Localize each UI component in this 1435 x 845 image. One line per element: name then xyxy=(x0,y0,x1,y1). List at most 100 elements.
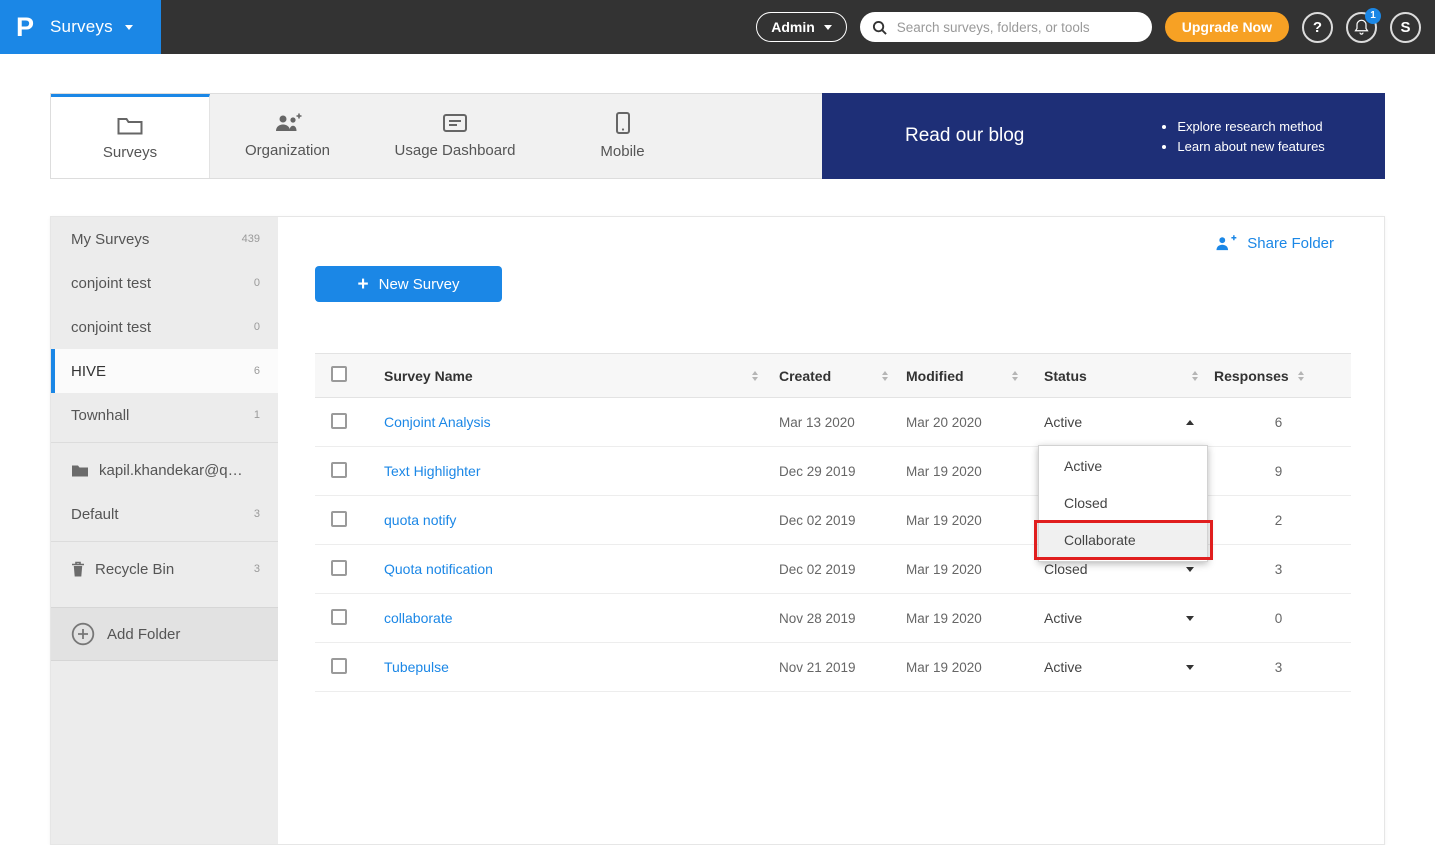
modified-date: Mar 19 2020 xyxy=(896,611,1026,626)
sidebar-divider xyxy=(51,442,278,443)
sidebar-item-conjoint-test-2[interactable]: conjoint test 0 xyxy=(51,305,278,349)
folder-label: conjoint test xyxy=(71,319,244,336)
sidebar-item-townhall[interactable]: Townhall 1 xyxy=(51,393,278,437)
new-survey-button[interactable]: + New Survey xyxy=(315,266,502,302)
responses-count: 3 xyxy=(1206,660,1351,675)
sidebar-item-my-surveys[interactable]: My Surveys 439 xyxy=(51,217,278,261)
row-checkbox[interactable] xyxy=(331,658,347,674)
row-checkbox[interactable] xyxy=(331,413,347,429)
help-button[interactable]: ? xyxy=(1302,12,1333,43)
header-responses[interactable]: Responses xyxy=(1206,368,1351,384)
admin-menu-button[interactable]: Admin xyxy=(756,12,847,42)
sidebar-item-shared-folder[interactable]: kapil.khandekar@que... xyxy=(51,448,278,492)
status-dropdown-trigger[interactable]: Closed xyxy=(1026,561,1206,577)
add-folder-button[interactable]: Add Folder xyxy=(51,607,278,661)
avatar-initial: S xyxy=(1400,19,1410,36)
folder-count: 0 xyxy=(254,277,260,289)
tab-mobile[interactable]: Mobile xyxy=(545,94,700,178)
row-checkbox[interactable] xyxy=(331,511,347,527)
responses-count: 6 xyxy=(1206,415,1351,430)
sidebar-item-conjoint-test-1[interactable]: conjoint test 0 xyxy=(51,261,278,305)
trash-icon xyxy=(71,561,85,577)
share-folder-label: Share Folder xyxy=(1247,235,1334,252)
tab-usage-dashboard[interactable]: Usage Dashboard xyxy=(365,94,545,178)
row-checkbox[interactable] xyxy=(331,462,347,478)
created-date: Nov 21 2019 xyxy=(766,660,896,675)
dropdown-option-active[interactable]: Active xyxy=(1039,448,1207,485)
notifications-button[interactable]: 1 xyxy=(1346,12,1377,43)
folders-sidebar: My Surveys 439 conjoint test 0 conjoint … xyxy=(51,217,278,844)
table-row: Conjoint Analysis Mar 13 2020 Mar 20 202… xyxy=(315,398,1351,447)
created-date: Mar 13 2020 xyxy=(766,415,896,430)
user-avatar[interactable]: S xyxy=(1390,12,1421,43)
folder-label: Default xyxy=(71,506,244,523)
header-created[interactable]: Created xyxy=(766,368,896,384)
status-dropdown-trigger[interactable]: Active xyxy=(1026,414,1206,430)
sort-icon[interactable] xyxy=(1012,371,1018,381)
survey-name-link[interactable]: quota notify xyxy=(371,512,766,528)
responses-count: 9 xyxy=(1206,464,1351,479)
survey-name-link[interactable]: Tubepulse xyxy=(371,659,766,675)
tab-label: Usage Dashboard xyxy=(395,142,516,159)
row-checkbox[interactable] xyxy=(331,609,347,625)
folder-count: 3 xyxy=(254,508,260,520)
sidebar-divider xyxy=(51,541,278,542)
folder-label: kapil.khandekar@que... xyxy=(99,462,250,479)
share-people-icon xyxy=(1214,235,1238,252)
select-all-checkbox[interactable] xyxy=(331,366,347,382)
dropdown-option-collaborate[interactable]: Collaborate xyxy=(1039,522,1207,559)
modified-date: Mar 20 2020 xyxy=(896,415,1026,430)
tab-surveys[interactable]: Surveys xyxy=(51,94,210,178)
people-icon xyxy=(273,113,302,133)
modified-date: Mar 19 2020 xyxy=(896,513,1026,528)
caret-down-icon xyxy=(1186,665,1194,670)
status-dropdown-trigger[interactable]: Active xyxy=(1026,610,1206,626)
created-date: Dec 29 2019 xyxy=(766,464,896,479)
survey-name-link[interactable]: collaborate xyxy=(371,610,766,626)
notification-badge: 1 xyxy=(1365,8,1381,24)
row-checkbox[interactable] xyxy=(331,560,347,576)
folder-count: 0 xyxy=(254,321,260,333)
sidebar-item-default[interactable]: Default 3 xyxy=(51,492,278,536)
status-dropdown-trigger[interactable]: Active xyxy=(1026,659,1206,675)
search-icon xyxy=(872,20,887,35)
search-input[interactable] xyxy=(895,19,1140,36)
sidebar-item-recycle-bin[interactable]: Recycle Bin 3 xyxy=(51,547,278,591)
banner-title[interactable]: Read our blog xyxy=(905,125,1024,147)
caret-down-icon xyxy=(1186,567,1194,572)
global-search[interactable] xyxy=(860,12,1152,42)
share-folder-button[interactable]: Share Folder xyxy=(1214,235,1334,252)
modified-date: Mar 19 2020 xyxy=(896,660,1026,675)
question-mark-icon: ? xyxy=(1313,19,1322,36)
created-date: Dec 02 2019 xyxy=(766,513,896,528)
responses-count: 2 xyxy=(1206,513,1351,528)
folder-count: 1 xyxy=(254,409,260,421)
header-survey-name[interactable]: Survey Name xyxy=(371,368,766,384)
responses-count: 0 xyxy=(1206,611,1351,626)
plus-circle-icon xyxy=(71,622,95,646)
sort-icon[interactable] xyxy=(1298,371,1304,381)
survey-name-link[interactable]: Conjoint Analysis xyxy=(371,414,766,430)
header-modified[interactable]: Modified xyxy=(896,368,1026,384)
dropdown-option-closed[interactable]: Closed xyxy=(1039,485,1207,522)
upgrade-now-button[interactable]: Upgrade Now xyxy=(1165,12,1289,42)
caret-up-icon xyxy=(1186,420,1194,425)
sort-icon[interactable] xyxy=(752,371,758,381)
sidebar-item-hive[interactable]: HIVE 6 xyxy=(51,349,278,393)
sort-icon[interactable] xyxy=(1192,371,1198,381)
blog-banner[interactable]: Read our blog Explore research method Le… xyxy=(822,93,1385,179)
sort-icon[interactable] xyxy=(882,371,888,381)
status-dropdown-menu: Active Closed Collaborate xyxy=(1038,445,1208,562)
tab-organization[interactable]: Organization xyxy=(210,94,365,178)
table-row: collaborate Nov 28 2019 Mar 19 2020 Acti… xyxy=(315,594,1351,643)
survey-name-link[interactable]: Quota notification xyxy=(371,561,766,577)
add-folder-label: Add Folder xyxy=(107,626,180,643)
shared-folder-icon xyxy=(71,463,89,477)
chevron-down-icon xyxy=(125,25,133,30)
folder-label: Recycle Bin xyxy=(95,561,244,578)
header-status[interactable]: Status xyxy=(1026,368,1206,384)
brand-surveys-menu[interactable]: P Surveys xyxy=(0,0,161,54)
folder-label: conjoint test xyxy=(71,275,244,292)
banner-bullet-list: Explore research method Learn about new … xyxy=(1159,114,1324,159)
survey-name-link[interactable]: Text Highlighter xyxy=(371,463,766,479)
